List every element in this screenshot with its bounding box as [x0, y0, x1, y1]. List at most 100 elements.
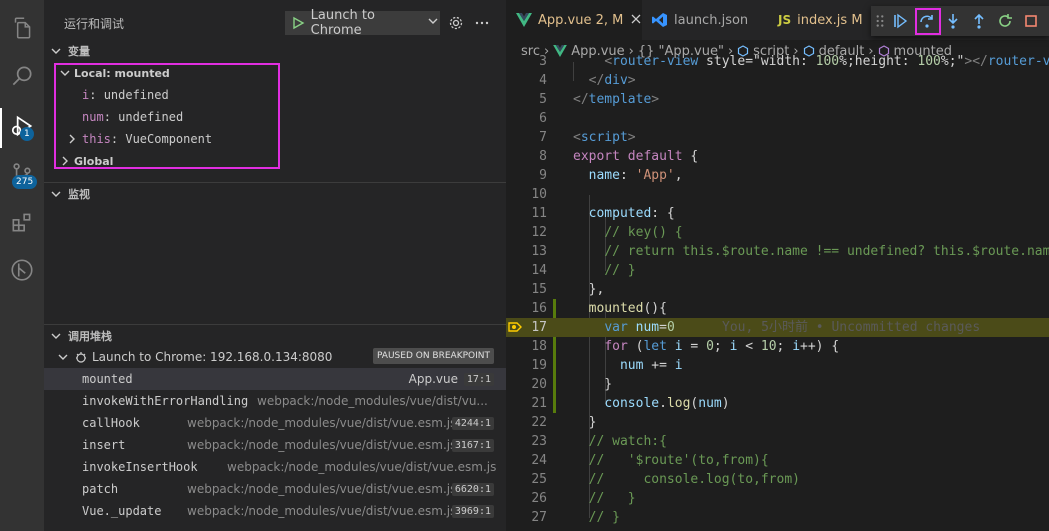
- git-blame-annotation: You, 5小时前 • Uncommitted changes: [722, 320, 981, 335]
- play-icon[interactable]: [290, 14, 307, 32]
- code-line[interactable]: 9 name: 'App',: [506, 166, 1049, 185]
- launch-config-dropdown[interactable]: Launch to Chrome: [285, 8, 440, 38]
- line-number[interactable]: 5: [506, 90, 547, 109]
- more-actions-icon[interactable]: [473, 14, 491, 32]
- tab-launch-json[interactable]: launch.json: [642, 0, 768, 40]
- line-number[interactable]: 9: [506, 166, 547, 185]
- line-number[interactable]: 19: [506, 356, 547, 375]
- code-line[interactable]: 8 export default {: [506, 147, 1049, 166]
- search-icon[interactable]: [6, 60, 38, 92]
- code-text: // console.log(to,from): [588, 472, 800, 487]
- code-line[interactable]: 21 console.log(num): [506, 394, 1049, 413]
- code-line[interactable]: 16 mounted(){: [506, 299, 1049, 318]
- gear-icon[interactable]: [447, 14, 465, 32]
- restart-icon[interactable]: [995, 11, 1015, 31]
- line-number[interactable]: 6: [506, 109, 547, 128]
- code-line[interactable]: 24 // '$route'(to,from){: [506, 451, 1049, 470]
- stack-frame-row[interactable]: invokeInsertHook webpack:/node_modules/v…: [44, 456, 506, 478]
- code-line[interactable]: 25 // console.log(to,from): [506, 470, 1049, 489]
- line-number[interactable]: 23: [506, 432, 547, 451]
- line-number[interactable]: 4: [506, 71, 547, 90]
- step-into-icon[interactable]: [943, 11, 963, 31]
- stack-frame-row[interactable]: insert webpack:/node_modules/vue/dist/vu…: [44, 434, 506, 456]
- line-number[interactable]: 10: [506, 185, 547, 204]
- stack-frame-line: 3969:1: [451, 504, 494, 518]
- git-graph-icon[interactable]: [6, 254, 38, 286]
- breakpoint-arrow-icon[interactable]: [508, 320, 522, 334]
- code-line[interactable]: 4 </div>: [506, 71, 1049, 90]
- tab-app-vue[interactable]: App.vue 2, M: [506, 0, 642, 40]
- variables-section-header[interactable]: 变量: [44, 40, 506, 62]
- watch-section-header[interactable]: 监视: [44, 183, 506, 205]
- line-number[interactable]: 3: [506, 52, 547, 71]
- line-number[interactable]: 25: [506, 470, 547, 489]
- continue-icon[interactable]: [890, 11, 910, 31]
- stop-icon[interactable]: [1021, 11, 1041, 31]
- stack-frame-row[interactable]: callHook webpack:/node_modules/vue/dist/…: [44, 412, 506, 434]
- line-number[interactable]: 22: [506, 413, 547, 432]
- line-number[interactable]: 27: [506, 508, 547, 527]
- code-line[interactable]: 17 var num=0 You, 5小时前 • Uncommitted chan…: [506, 318, 1049, 337]
- stack-frame-function: callHook: [82, 416, 140, 430]
- close-icon[interactable]: [631, 13, 641, 28]
- tab-index-js[interactable]: JS index.js M: [768, 0, 868, 40]
- code-line[interactable]: 15 },: [506, 280, 1049, 299]
- stack-frame-source: webpack:/node_modules/vue/dist/vue.esm.j…: [187, 482, 457, 496]
- vscode-file-icon: [652, 12, 668, 28]
- line-number[interactable]: 15: [506, 280, 547, 299]
- stack-frame-function: mounted: [82, 372, 133, 386]
- code-line[interactable]: 23 // watch:{: [506, 432, 1049, 451]
- code-line[interactable]: 3 <router-view style="width: 100%;height…: [506, 52, 1049, 71]
- line-number[interactable]: 24: [506, 451, 547, 470]
- stack-frame-line: 6620:1: [451, 482, 494, 496]
- drag-handle-icon[interactable]: [874, 11, 886, 31]
- stack-frame-row[interactable]: mounted App.vue 17:1: [44, 368, 506, 390]
- code-line[interactable]: 20 }: [506, 375, 1049, 394]
- code-line[interactable]: 11 computed: {: [506, 204, 1049, 223]
- line-number[interactable]: 16: [506, 299, 547, 318]
- explorer-icon[interactable]: [6, 12, 38, 44]
- stack-frame-row[interactable]: invokeWithErrorHandling webpack:/node_mo…: [44, 390, 506, 412]
- stack-frame-source: App.vue: [408, 372, 458, 386]
- code-line[interactable]: 22 }: [506, 413, 1049, 432]
- code-text: // '$route'(to,from){: [588, 453, 769, 468]
- callstack-section-header[interactable]: 调用堆栈: [44, 325, 506, 347]
- stack-frame-function: Vue._update: [82, 504, 162, 518]
- stack-frame-row[interactable]: patch webpack:/node_modules/vue/dist/vue…: [44, 478, 506, 500]
- code-text: <script>: [573, 130, 636, 145]
- code-line[interactable]: 6: [506, 109, 1049, 128]
- editor-area: App.vue 2, M launch.json JS index.js M s…: [506, 0, 1049, 531]
- stack-frame-source: webpack:/node_modules/vue/dist/vue.esm.j…: [187, 416, 457, 430]
- code-line[interactable]: 7 <script>: [506, 128, 1049, 147]
- stack-frame-line: 4244:1: [451, 416, 494, 430]
- step-out-icon[interactable]: [969, 11, 989, 31]
- code-line[interactable]: 5 </template>: [506, 90, 1049, 109]
- extensions-icon[interactable]: [6, 206, 38, 238]
- line-number[interactable]: 7: [506, 128, 547, 147]
- line-number[interactable]: 20: [506, 375, 547, 394]
- debug-session-row[interactable]: Launch to Chrome: 192.168.0.134:8080 PAU…: [44, 346, 506, 368]
- code-text: // }: [588, 510, 620, 525]
- code-line[interactable]: 19 num += i: [506, 356, 1049, 375]
- line-number[interactable]: 18: [506, 337, 547, 356]
- line-number[interactable]: 26: [506, 489, 547, 508]
- code-text: num += i: [619, 358, 683, 373]
- line-number[interactable]: 21: [506, 394, 547, 413]
- code-line[interactable]: 10: [506, 185, 1049, 204]
- code-line[interactable]: 14 // }: [506, 261, 1049, 280]
- line-number[interactable]: 12: [506, 223, 547, 242]
- line-number[interactable]: 8: [506, 147, 547, 166]
- code-line[interactable]: 12 // key() {: [506, 223, 1049, 242]
- line-number[interactable]: 11: [506, 204, 547, 223]
- code-editor[interactable]: 3 <router-view style="width: 100%;height…: [506, 54, 1049, 531]
- code-line[interactable]: 13 // return this.$route.name !== undefi…: [506, 242, 1049, 261]
- code-line[interactable]: 26 // }: [506, 489, 1049, 508]
- code-text: </template>: [573, 92, 660, 107]
- code-line[interactable]: 27 // }: [506, 508, 1049, 527]
- line-number[interactable]: 14: [506, 261, 547, 280]
- tab-status: M: [851, 12, 863, 28]
- stack-frame-row[interactable]: Vue._update webpack:/node_modules/vue/di…: [44, 500, 506, 522]
- code-line[interactable]: 18 for (let i = 0; i < 10; i++) {: [506, 337, 1049, 356]
- activity-bar: 1 275: [0, 0, 44, 531]
- line-number[interactable]: 13: [506, 242, 547, 261]
